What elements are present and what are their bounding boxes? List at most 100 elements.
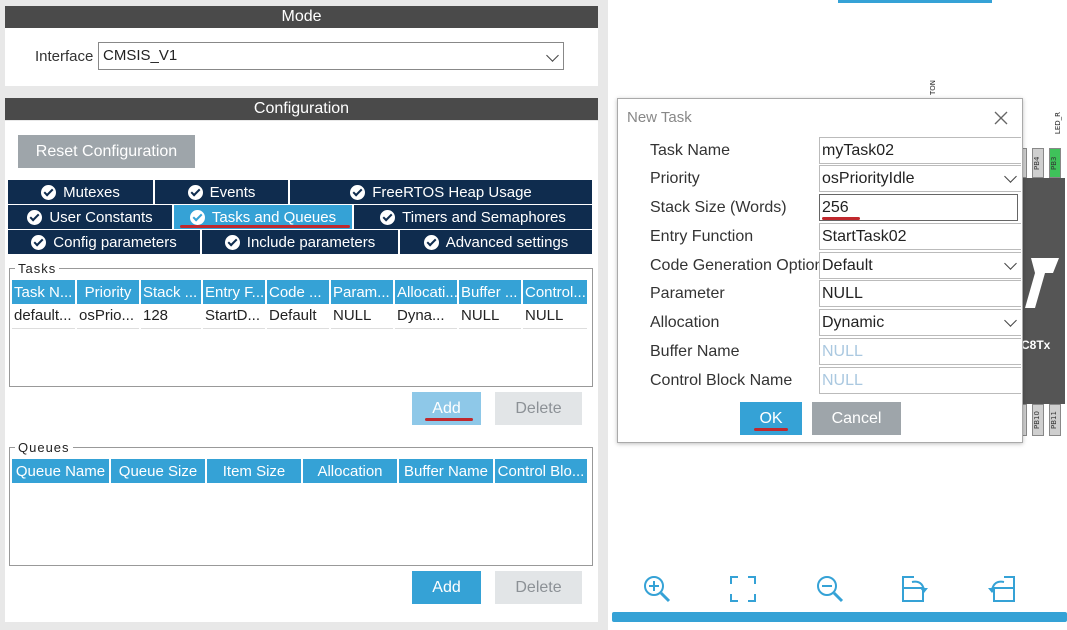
tasks-group-title: Tasks [15, 261, 60, 276]
chevron-down-icon [546, 49, 559, 62]
entry-function-field[interactable]: StartTask02 [819, 223, 1021, 250]
tab-user-constants[interactable]: User Constants [8, 205, 174, 229]
column-header[interactable]: Code ... [266, 280, 331, 304]
new-task-dialog: New Task Task Name myTask02 Priority osP… [617, 98, 1023, 443]
priority-select[interactable]: osPriorityIdle [819, 165, 1021, 192]
priority-label: Priority [650, 170, 700, 187]
tab-row-1: Mutexes Events FreeRTOS Heap Usage [8, 180, 592, 204]
task-name-field[interactable]: myTask02 [819, 137, 1021, 164]
pin-pb3[interactable]: PB3 [1049, 148, 1061, 178]
tab-label: Include parameters [246, 233, 376, 251]
allocation-value: Dynamic [822, 314, 885, 331]
column-header[interactable]: Buffer Name [398, 459, 495, 483]
table-cell: StartD... [202, 304, 267, 329]
priority-value: osPriorityIdle [822, 170, 915, 187]
annotation-underline [754, 428, 788, 431]
column-header[interactable]: Item Size [206, 459, 303, 483]
export-icon[interactable] [900, 574, 930, 604]
tab-label: Advanced settings [445, 233, 569, 251]
table-cell: default... [12, 304, 77, 329]
column-header[interactable]: Param... [330, 280, 395, 304]
check-circle-icon [224, 234, 240, 250]
close-icon[interactable] [994, 111, 1008, 125]
zoom-in-icon[interactable] [642, 574, 672, 604]
code-generation-select[interactable]: Default [819, 252, 1021, 279]
reset-configuration-button[interactable]: Reset Configuration [18, 135, 195, 168]
column-header[interactable]: Control... [522, 280, 589, 304]
pin-pb10[interactable]: PB10 [1032, 404, 1044, 436]
pin-pb11[interactable]: PB11 [1049, 404, 1061, 436]
left-panel: Mode Interface CMSIS_V1 Configuration Re… [0, 0, 602, 630]
column-header[interactable]: Priority [76, 280, 141, 304]
annotation-underline [822, 217, 860, 220]
check-circle-icon [187, 184, 203, 200]
control-block-field[interactable]: NULL [819, 367, 1021, 394]
column-header[interactable]: Buffer ... [458, 280, 523, 304]
check-circle-icon [41, 184, 57, 200]
entry-function-label: Entry Function [650, 228, 754, 245]
tasks-delete-button[interactable]: Delete [495, 392, 582, 425]
column-header[interactable]: Task N... [12, 280, 77, 304]
queues-add-button[interactable]: Add [412, 571, 481, 604]
table-cell: NULL [458, 304, 523, 329]
rotate-icon[interactable] [986, 574, 1016, 604]
tab-config-parameters[interactable]: Config parameters [8, 230, 202, 254]
check-circle-icon [189, 209, 205, 225]
tasks-table: Task N... Priority Stack ... Entry F... … [12, 280, 589, 329]
chevron-down-icon [1004, 257, 1017, 270]
chevron-down-icon [1004, 314, 1017, 327]
table-row[interactable]: default... osPrio... 128 StartD... Defau… [12, 304, 589, 329]
zoom-out-icon[interactable] [815, 574, 845, 604]
parameter-field[interactable]: NULL [819, 280, 1021, 307]
tab-label: Config parameters [53, 233, 177, 251]
stack-size-label: Stack Size (Words) [650, 199, 787, 216]
tab-timers-and-semaphores[interactable]: Timers and Semaphores [354, 205, 592, 229]
tab-freertos-heap-usage[interactable]: FreeRTOS Heap Usage [290, 180, 592, 204]
table-cell: NULL [522, 304, 589, 329]
tab-include-parameters[interactable]: Include parameters [202, 230, 400, 254]
interface-label: Interface [35, 48, 94, 65]
horizontal-scrollbar[interactable] [612, 612, 1067, 622]
queues-table: Queue Name Queue Size Item Size Allocati… [12, 459, 589, 483]
column-header[interactable]: Allocati... [394, 280, 459, 304]
interface-value: CMSIS_V1 [103, 47, 178, 64]
st-logo-icon [1025, 258, 1059, 308]
queues-delete-button[interactable]: Delete [495, 571, 582, 604]
fit-screen-icon[interactable] [728, 574, 758, 604]
table-cell: osPrio... [76, 304, 141, 329]
parameter-label: Parameter [650, 285, 725, 302]
cancel-button[interactable]: Cancel [812, 402, 901, 435]
table-cell: Default [266, 304, 331, 329]
table-cell: Dyna... [394, 304, 459, 329]
interface-select[interactable]: CMSIS_V1 [98, 42, 564, 70]
table-cell: NULL [330, 304, 395, 329]
tab-events[interactable]: Events [155, 180, 290, 204]
annotation-underline [425, 418, 473, 421]
column-header[interactable]: Queue Size [110, 459, 207, 483]
view-tab-indicator [838, 0, 992, 3]
tab-label: Events [209, 183, 256, 201]
tab-advanced-settings[interactable]: Advanced settings [400, 230, 592, 254]
annotation-underline [180, 225, 350, 228]
task-name-label: Task Name [650, 142, 731, 159]
check-circle-icon [380, 209, 396, 225]
tasks-header-row: Task N... Priority Stack ... Entry F... … [12, 280, 589, 304]
column-header[interactable]: Allocation [302, 459, 399, 483]
allocation-select[interactable]: Dynamic [819, 309, 1021, 336]
column-header[interactable]: Control Blo... [494, 459, 589, 483]
column-header[interactable]: Queue Name [12, 459, 111, 483]
buffer-name-field[interactable]: NULL [819, 338, 1021, 365]
pin-pb4[interactable]: PB4 [1032, 148, 1044, 178]
buffer-name-label: Buffer Name [650, 343, 740, 360]
pin-signal-label: TON [929, 80, 937, 96]
allocation-label: Allocation [650, 314, 720, 331]
column-header[interactable]: Entry F... [202, 280, 267, 304]
queues-group-title: Queues [15, 440, 73, 455]
column-header[interactable]: Stack ... [140, 280, 203, 304]
configuration-header: Configuration [5, 98, 598, 120]
tab-mutexes[interactable]: Mutexes [8, 180, 155, 204]
check-circle-icon [31, 234, 47, 250]
table-cell: 128 [140, 304, 203, 329]
queues-header-row: Queue Name Queue Size Item Size Allocati… [12, 459, 589, 483]
mode-header: Mode [5, 6, 598, 28]
